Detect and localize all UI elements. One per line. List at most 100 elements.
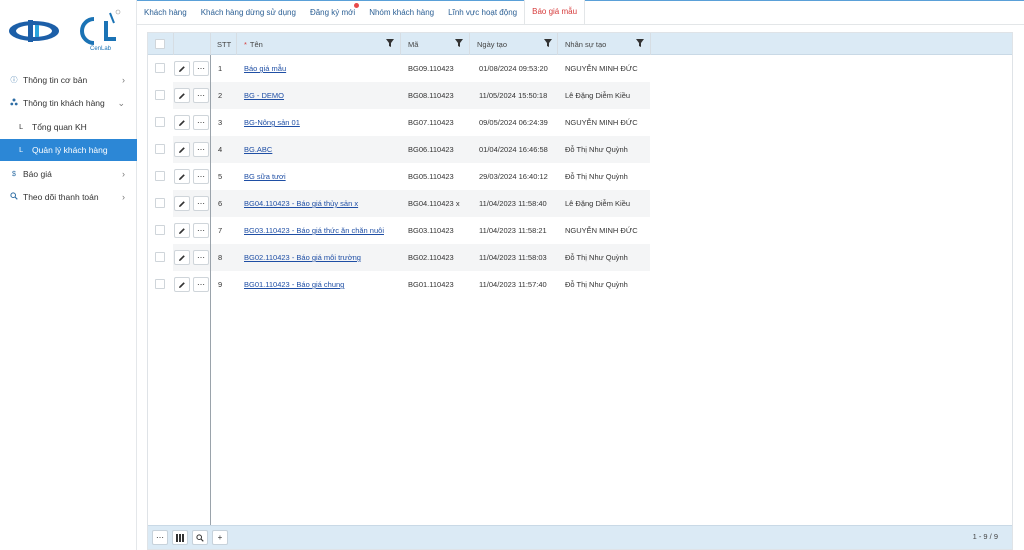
cell-ten-link[interactable]: BG sữa tươi: [244, 163, 286, 190]
chevron-right-icon: ›: [122, 75, 125, 85]
cell-ten-link[interactable]: Báo giá mẫu: [244, 55, 286, 82]
edit-button[interactable]: [174, 196, 190, 211]
sidebar-item-label: Thông tin cơ bản: [23, 75, 88, 85]
row-checkbox[interactable]: [155, 225, 165, 235]
table-row[interactable]: ⋯ 5 BG sữa tươi BG05.110423 29/03/2024 16:40…: [148, 163, 1012, 190]
row-checkbox[interactable]: [155, 63, 165, 73]
add-button[interactable]: +: [212, 530, 228, 545]
edit-button[interactable]: [174, 223, 190, 238]
filter-icon[interactable]: [455, 39, 463, 47]
pencil-icon: [179, 65, 185, 72]
search-icon: [9, 192, 19, 202]
cell-ngay-tao: 11/04/2023 11:58:03: [479, 253, 547, 262]
table-row[interactable]: ⋯ 9 BG01.110423 - Báo giá chung BG01.110423…: [148, 271, 1012, 298]
tab-nhom-khach-hang[interactable]: Nhóm khách hàng: [362, 0, 441, 24]
columns-button[interactable]: [172, 530, 188, 545]
row-more-button[interactable]: ⋯: [193, 277, 209, 292]
table-row[interactable]: ⋯ 4 BG.ABC BG06.110423 01/04/2024 16:46:58 Đỗ…: [148, 136, 1012, 163]
row-checkbox[interactable]: [155, 279, 165, 289]
row-checkbox[interactable]: [155, 198, 165, 208]
cell-ten-link[interactable]: BG.ABC: [244, 136, 272, 163]
cell-nhan-su-tao: Lê Đặng Diễm Kiều: [565, 91, 631, 100]
tab-khach-hang[interactable]: Khách hàng: [137, 0, 194, 24]
cell-ngay-tao: 11/05/2024 15:50:18: [479, 91, 548, 100]
row-more-button[interactable]: ⋯: [193, 223, 209, 238]
cell-ten-link[interactable]: BG04.110423 - Báo giá thủy sản x: [244, 190, 358, 217]
sidebar-item-quan-ly-khach-hang[interactable]: ᒪ Quản lý khách hàng: [0, 139, 137, 161]
cell-ten-link[interactable]: BG01.110423 - Báo giá chung: [244, 271, 344, 298]
dollar-icon: $: [12, 170, 16, 178]
select-all-checkbox[interactable]: [155, 39, 165, 49]
row-checkbox[interactable]: [155, 117, 165, 127]
edit-button[interactable]: [174, 277, 190, 292]
column-header-ngay-tao[interactable]: Ngày tạo: [477, 33, 507, 55]
column-header-nhan-su-tao[interactable]: Nhân sự tạo: [565, 33, 606, 55]
row-checkbox[interactable]: [155, 171, 165, 181]
edit-button[interactable]: [174, 88, 190, 103]
tab-label: Đăng ký mới: [309, 7, 356, 17]
edit-button[interactable]: [174, 142, 190, 157]
cell-nhan-su-tao: Đỗ Thị Như Quỳnh: [565, 172, 628, 181]
row-more-button[interactable]: ⋯: [193, 250, 209, 265]
column-header-ma[interactable]: Mã: [408, 33, 418, 55]
filter-icon[interactable]: [386, 39, 394, 47]
sidebar-item-theo-doi-thanh-toan[interactable]: Theo dõi thanh toán ›: [0, 186, 136, 208]
grid-header: STT * Tên Mã Ngày tạo Nhân sự tạo: [148, 33, 1012, 55]
cell-ten-link[interactable]: BG02.110423 - Báo giá môi trường: [244, 244, 361, 271]
cell-stt: 9: [218, 280, 223, 289]
sidebar-item-tong-quan-kh[interactable]: ᒪ Tổng quan KH: [0, 116, 136, 138]
table-row[interactable]: ⋯ 2 BG - DEMO BG08.110423 11/05/2024 15:50:1…: [148, 82, 1012, 109]
row-more-button[interactable]: ⋯: [193, 169, 209, 184]
frozen-column-divider: [210, 55, 211, 525]
table-row[interactable]: ⋯ 1 Báo giá mẫu BG09.110423 01/08/2024 09:53…: [148, 55, 1012, 82]
row-checkbox[interactable]: [155, 252, 165, 262]
sidebar-item-thong-tin-khach-hang[interactable]: Thông tin khách hàng ⌄: [0, 92, 136, 114]
edit-button[interactable]: [174, 61, 190, 76]
table-row[interactable]: ⋯ 6 BG04.110423 - Báo giá thủy sản x BG04.1…: [148, 190, 1012, 217]
cell-ten-link[interactable]: BG - DEMO: [244, 82, 284, 109]
tab-dang-ky-moi[interactable]: Đăng ký mới: [303, 0, 362, 24]
edit-button[interactable]: [174, 169, 190, 184]
pencil-icon: [179, 281, 185, 288]
cell-stt: 8: [218, 253, 223, 262]
edit-button[interactable]: [174, 250, 190, 265]
table-row[interactable]: ⋯ 8 BG02.110423 - Báo giá môi trường BG02.1…: [148, 244, 1012, 271]
cell-ten-link[interactable]: BG03.110423 - Báo giá thức ăn chăn nuôi: [244, 217, 384, 244]
cell-nhan-su-tao: Lê Đặng Diễm Kiều: [565, 199, 631, 208]
row-more-button[interactable]: ⋯: [193, 196, 209, 211]
sidebar-item-bao-gia[interactable]: $ Báo giá ›: [0, 163, 136, 185]
sidebar-item-thong-tin-co-ban[interactable]: ⓘ Thông tin cơ bản ›: [0, 69, 136, 91]
cell-ma: BG05.110423: [408, 172, 454, 181]
column-header-stt: STT: [217, 39, 232, 49]
people-icon: [9, 98, 19, 108]
column-header-ten[interactable]: * Tên: [244, 33, 263, 55]
tab-khach-hang-dung-su-dung[interactable]: Khách hàng dừng sử dụng: [194, 0, 303, 24]
column-divider: [650, 33, 651, 55]
row-more-button[interactable]: ⋯: [193, 142, 209, 157]
cell-ma: BG08.110423: [408, 91, 454, 100]
row-more-button[interactable]: ⋯: [193, 115, 209, 130]
cell-nhan-su-tao: NGUYỄN MINH ĐỨC: [565, 118, 638, 127]
table-row[interactable]: ⋯ 7 BG03.110423 - Báo giá thức ăn chăn nuô…: [148, 217, 1012, 244]
table-row[interactable]: ⋯ 3 BG-Nông sản 01 BG07.110423 09/05/2024 06…: [148, 109, 1012, 136]
tab-bao-gia-mau[interactable]: Báo giá mẫu: [524, 0, 586, 24]
more-options-button[interactable]: ⋯: [152, 530, 168, 545]
cell-ngay-tao: 01/04/2024 16:46:58: [479, 145, 548, 154]
edit-button[interactable]: [174, 115, 190, 130]
filter-icon[interactable]: [636, 39, 644, 47]
cell-ngay-tao: 29/03/2024 16:40:12: [479, 172, 548, 181]
info-icon: ⓘ: [10, 77, 18, 84]
pencil-icon: [179, 254, 185, 261]
cenlab-logo: CenLab: [80, 9, 124, 55]
filter-icon[interactable]: [544, 39, 552, 47]
row-checkbox[interactable]: [155, 144, 165, 154]
row-more-button[interactable]: ⋯: [193, 61, 209, 76]
tab-linh-vuc-hoat-dong[interactable]: Lĩnh vực hoạt động: [441, 0, 524, 24]
cell-nhan-su-tao: Đỗ Thị Như Quỳnh: [565, 145, 628, 154]
cell-stt: 5: [218, 172, 223, 181]
search-button[interactable]: [192, 530, 208, 545]
pencil-icon: [179, 227, 185, 234]
row-more-button[interactable]: ⋯: [193, 88, 209, 103]
row-checkbox[interactable]: [155, 90, 165, 100]
cell-ten-link[interactable]: BG-Nông sản 01: [244, 109, 300, 136]
